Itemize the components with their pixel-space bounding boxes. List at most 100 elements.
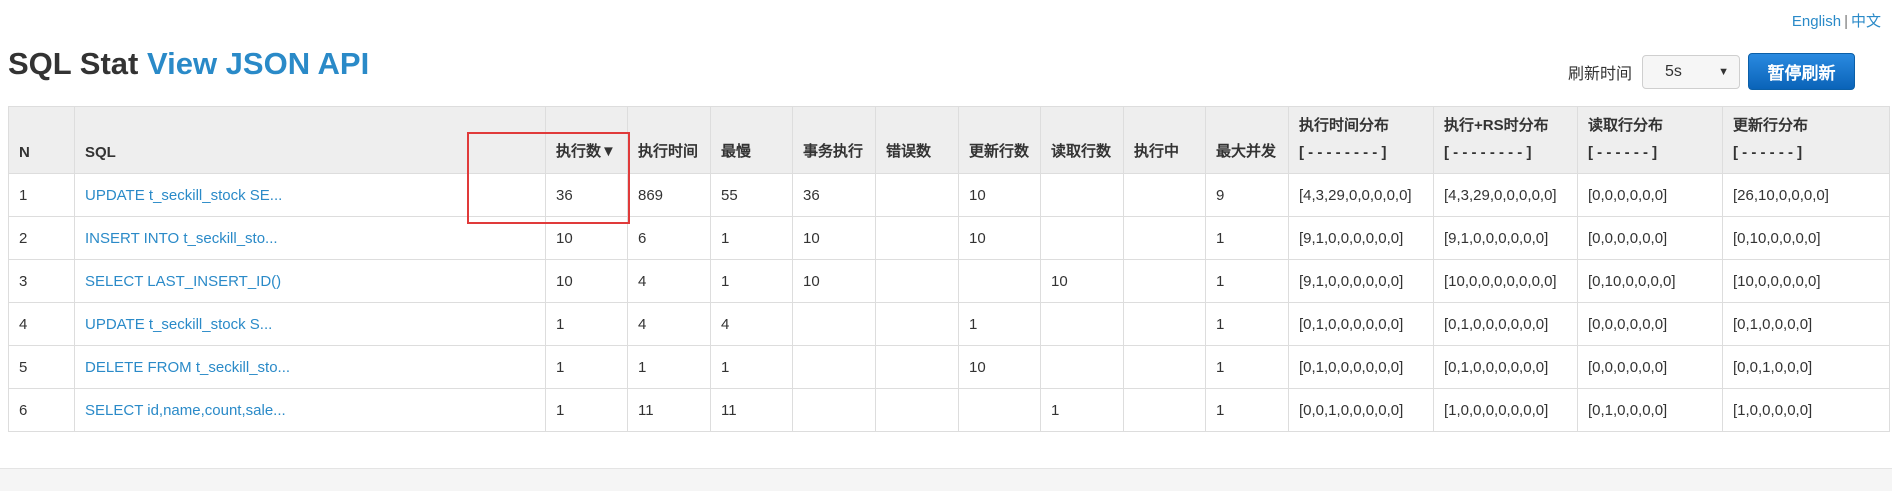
table-cell — [1123, 216, 1206, 260]
column-header[interactable]: 错误数 — [875, 106, 959, 174]
table-cell — [1123, 173, 1206, 217]
sql-link[interactable]: INSERT INTO t_seckill_sto... — [85, 230, 278, 247]
table-cell: 869 — [627, 173, 711, 217]
table-cell: [10,0,0,0,0,0] — [1722, 259, 1890, 303]
table-cell: 10 — [545, 259, 628, 303]
column-header-label: 最大并发 — [1216, 143, 1277, 160]
table-cell: [0,0,0,0,0,0] — [1577, 173, 1723, 217]
table-row: 4 UPDATE t_seckill_stock S... 1 4 4 1 1 [0,1,0,… — [8, 302, 1890, 346]
table-cell: 1 — [1205, 345, 1289, 389]
table-cell: [0,0,0,0,0,0] — [1577, 216, 1723, 260]
table-cell — [792, 302, 876, 346]
table-cell: 1 — [545, 302, 628, 346]
column-header[interactable]: N — [8, 106, 75, 174]
column-header-label: 读取行分布 — [1588, 117, 1664, 134]
table-cell: 1 — [1040, 388, 1124, 432]
table-cell — [1123, 388, 1206, 432]
lang-separator: | — [1844, 13, 1848, 30]
column-header-label: 读取行数 — [1051, 143, 1112, 160]
table-row: 2 INSERT INTO t_seckill_sto... 10 6 1 10 10 1 [9… — [8, 216, 1890, 260]
column-header[interactable]: 读取行分布 [ - - - - - - ] — [1577, 106, 1723, 174]
column-header[interactable]: 事务执行 — [792, 106, 876, 174]
table-cell: UPDATE t_seckill_stock S... — [74, 302, 546, 346]
table-cell: [0,1,0,0,0,0,0,0] — [1433, 345, 1578, 389]
footer-bar — [0, 468, 1892, 491]
table-cell: [0,1,0,0,0,0] — [1722, 302, 1890, 346]
column-header-label: 事务执行 — [803, 143, 864, 160]
lang-english-link[interactable]: English — [1792, 13, 1841, 30]
table-cell: DELETE FROM t_seckill_sto... — [74, 345, 546, 389]
sql-link[interactable]: SELECT LAST_INSERT_ID() — [85, 273, 281, 290]
table-cell: 10 — [792, 216, 876, 260]
table-cell: [4,3,29,0,0,0,0,0] — [1433, 173, 1578, 217]
column-header-label: 最慢 — [721, 143, 752, 160]
column-header-label: 更新行分布 — [1733, 117, 1809, 134]
table-cell: 1 — [710, 345, 793, 389]
table-cell: SELECT LAST_INSERT_ID() — [74, 259, 546, 303]
column-header[interactable]: 最大并发 — [1205, 106, 1289, 174]
table-cell: [9,1,0,0,0,0,0,0] — [1433, 216, 1578, 260]
table-cell — [958, 259, 1041, 303]
column-header[interactable]: 更新行数 — [958, 106, 1041, 174]
table-cell: 6 — [627, 216, 711, 260]
table-row: 1 UPDATE t_seckill_stock SE... 36 869 55 36 10… — [8, 173, 1890, 217]
table-cell: [9,1,0,0,0,0,0,0] — [1288, 259, 1434, 303]
sql-stat-table: N SQL 执行数▼ 执行时间 最慢 事务执行 错误数 更新行数 读取行数 执行中 最大并发 执行时间… — [8, 106, 1890, 432]
table-cell: 11 — [710, 388, 793, 432]
table-cell: 55 — [710, 173, 793, 217]
table-cell — [1123, 259, 1206, 303]
column-header-label: 执行时间分布 — [1299, 117, 1390, 134]
refresh-interval-value: 5s — [1665, 62, 1682, 80]
table-cell: [26,10,0,0,0,0] — [1722, 173, 1890, 217]
lang-chinese-link[interactable]: 中文 — [1851, 13, 1881, 30]
column-header-label: 执行中 — [1134, 143, 1180, 160]
table-header-row: N SQL 执行数▼ 执行时间 最慢 事务执行 错误数 更新行数 读取行数 执行中 最大并发 执行时间… — [8, 106, 1890, 174]
table-cell: 1 — [545, 388, 628, 432]
refresh-controls: 刷新时间 5s ▼ 暂停刷新 — [1568, 53, 1856, 90]
column-header[interactable]: 执行中 — [1123, 106, 1206, 174]
table-cell — [1040, 173, 1124, 217]
table-cell: 10 — [958, 173, 1041, 217]
page-title: SQL Stat View JSON API — [8, 46, 369, 82]
sql-link[interactable]: UPDATE t_seckill_stock SE... — [85, 187, 282, 204]
table-cell: [0,1,0,0,0,0,0,0] — [1288, 345, 1434, 389]
pause-refresh-button[interactable]: 暂停刷新 — [1748, 53, 1856, 90]
table-cell: 1 — [627, 345, 711, 389]
table-cell — [875, 216, 959, 260]
table-cell: 36 — [792, 173, 876, 217]
table-cell: [10,0,0,0,0,0,0,0] — [1433, 259, 1578, 303]
language-switcher: English | 中文 — [1792, 10, 1881, 31]
refresh-interval-select[interactable]: 5s ▼ — [1642, 54, 1741, 89]
column-header-range: [ - - - - - - ] — [1733, 144, 1803, 161]
table-cell: [0,0,1,0,0,0,0,0] — [1288, 388, 1434, 432]
column-header[interactable]: 执行时间分布 [ - - - - - - - - ] — [1288, 106, 1434, 174]
view-json-api-link[interactable]: View JSON API — [147, 46, 369, 81]
table-cell — [1040, 216, 1124, 260]
table-cell: 10 — [792, 259, 876, 303]
table-cell — [1040, 302, 1124, 346]
table-row: 3 SELECT LAST_INSERT_ID() 10 4 1 10 10 1 [9,1,0,… — [8, 259, 1890, 303]
dropdown-arrow-icon: ▼ — [1718, 65, 1730, 78]
column-header[interactable]: 更新行分布 [ - - - - - - ] — [1722, 106, 1890, 174]
column-header[interactable]: 执行时间 — [627, 106, 711, 174]
table-cell: [4,3,29,0,0,0,0,0] — [1288, 173, 1434, 217]
table-cell: [1,0,0,0,0,0,0,0] — [1433, 388, 1578, 432]
column-header[interactable]: 最慢 — [710, 106, 793, 174]
sql-link[interactable]: DELETE FROM t_seckill_sto... — [85, 359, 290, 376]
table-cell — [792, 345, 876, 389]
table-cell — [875, 302, 959, 346]
column-header[interactable]: 读取行数 — [1040, 106, 1124, 174]
table-cell — [875, 345, 959, 389]
table-cell — [875, 388, 959, 432]
column-header-label: 执行+RS时分布 — [1444, 117, 1549, 134]
sql-link[interactable]: UPDATE t_seckill_stock S... — [85, 316, 272, 333]
table-cell: 6 — [8, 388, 75, 432]
sql-link[interactable]: SELECT id,name,count,sale... — [85, 402, 286, 419]
table-cell — [958, 388, 1041, 432]
column-header[interactable]: 执行+RS时分布 [ - - - - - - - - ] — [1433, 106, 1578, 174]
table-cell: 1 — [1205, 259, 1289, 303]
table-cell: [0,1,0,0,0,0,0,0] — [1288, 302, 1434, 346]
table-cell: [0,0,0,0,0,0] — [1577, 302, 1723, 346]
table-cell: 1 — [710, 259, 793, 303]
table-cell: [1,0,0,0,0,0] — [1722, 388, 1890, 432]
